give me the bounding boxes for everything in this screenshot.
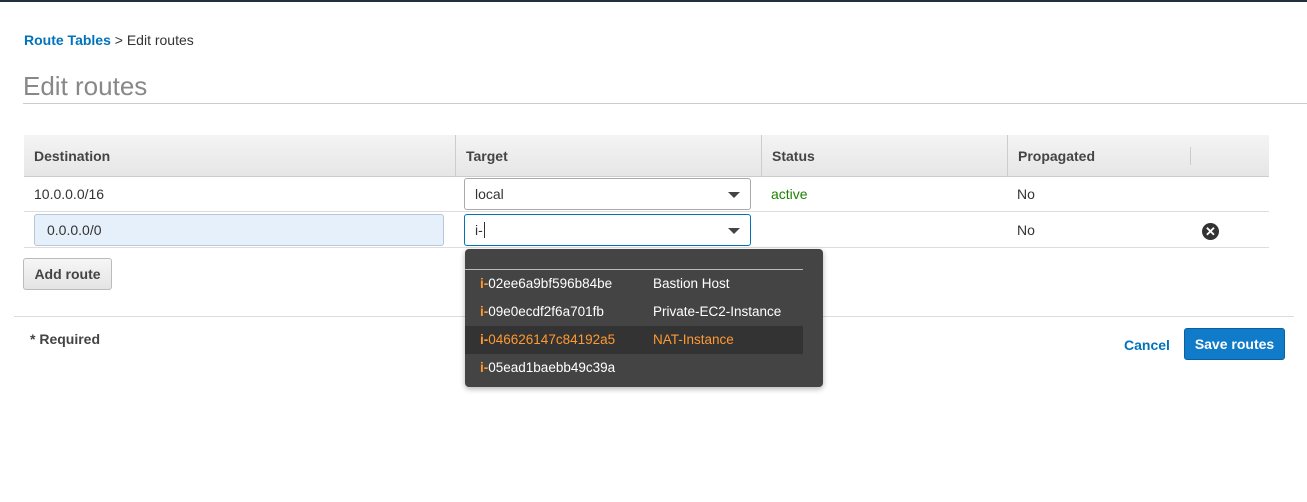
- cancel-button[interactable]: Cancel: [1124, 337, 1170, 353]
- breadcrumb-route-tables-link[interactable]: Route Tables: [24, 32, 111, 48]
- text-cursor: [483, 222, 485, 238]
- target-value: local: [475, 186, 504, 202]
- remove-route-icon[interactable]: ✕: [1202, 223, 1219, 240]
- dropdown-option[interactable]: i-09e0ecdf2f6a701fb Private-EC2-Instance: [465, 298, 803, 326]
- dropdown-option[interactable]: i-02ee6a9bf596b84be Bastion Host: [465, 270, 803, 298]
- target-input[interactable]: i-: [464, 214, 751, 246]
- chevron-down-icon[interactable]: [728, 228, 740, 234]
- propagated-value: No: [1017, 222, 1035, 238]
- header-destination: Destination: [34, 148, 111, 164]
- header-target: Target: [455, 135, 761, 177]
- add-route-button[interactable]: Add route: [23, 258, 112, 290]
- option-id: 05ead1baebb49c39a: [488, 360, 616, 375]
- target-dropdown: i-02ee6a9bf596b84be Bastion Host i-09e0ec…: [465, 249, 823, 387]
- chevron-down-icon: [728, 192, 740, 198]
- breadcrumb-current: Edit routes: [126, 32, 194, 48]
- target-select[interactable]: local: [464, 178, 751, 210]
- breadcrumb-separator: >: [110, 32, 127, 48]
- table-header: Destination Target Status Propagated: [24, 135, 1269, 177]
- option-prefix: i-: [480, 276, 489, 291]
- option-prefix: i-: [480, 304, 489, 319]
- option-id: 02ee6a9bf596b84be: [488, 276, 613, 291]
- option-name: NAT-Instance: [653, 332, 734, 347]
- top-bar: [0, 0, 1307, 2]
- option-id: 046626147c84192a5: [488, 332, 616, 347]
- status-value: active: [771, 186, 808, 202]
- dropdown-option[interactable]: i-05ead1baebb49c39a: [465, 354, 803, 382]
- breadcrumb: Route Tables > Edit routes: [24, 32, 194, 48]
- header-status: Status: [761, 135, 1007, 177]
- destination-value: 10.0.0.0/16: [34, 186, 105, 202]
- destination-input[interactable]: 0.0.0.0/0: [34, 214, 444, 246]
- option-prefix: i-: [480, 332, 489, 347]
- dropdown-option-highlighted[interactable]: i-046626147c84192a5 NAT-Instance: [465, 326, 803, 354]
- propagated-value: No: [1017, 186, 1035, 202]
- title-divider: [23, 103, 1307, 104]
- option-name: Private-EC2-Instance: [653, 304, 782, 319]
- option-id: 09e0ecdf2f6a701fb: [488, 304, 604, 319]
- option-prefix: i-: [480, 360, 489, 375]
- table-row: 10.0.0.0/16 local active No: [24, 177, 1269, 212]
- target-value: i-: [475, 222, 483, 238]
- page-title: Edit routes: [23, 71, 148, 101]
- header-propagated: Propagated: [1007, 135, 1190, 177]
- required-note: * Required: [30, 331, 101, 347]
- header-actions: [1190, 147, 1269, 165]
- option-name: Bastion Host: [653, 276, 730, 291]
- save-routes-button[interactable]: Save routes: [1184, 328, 1285, 360]
